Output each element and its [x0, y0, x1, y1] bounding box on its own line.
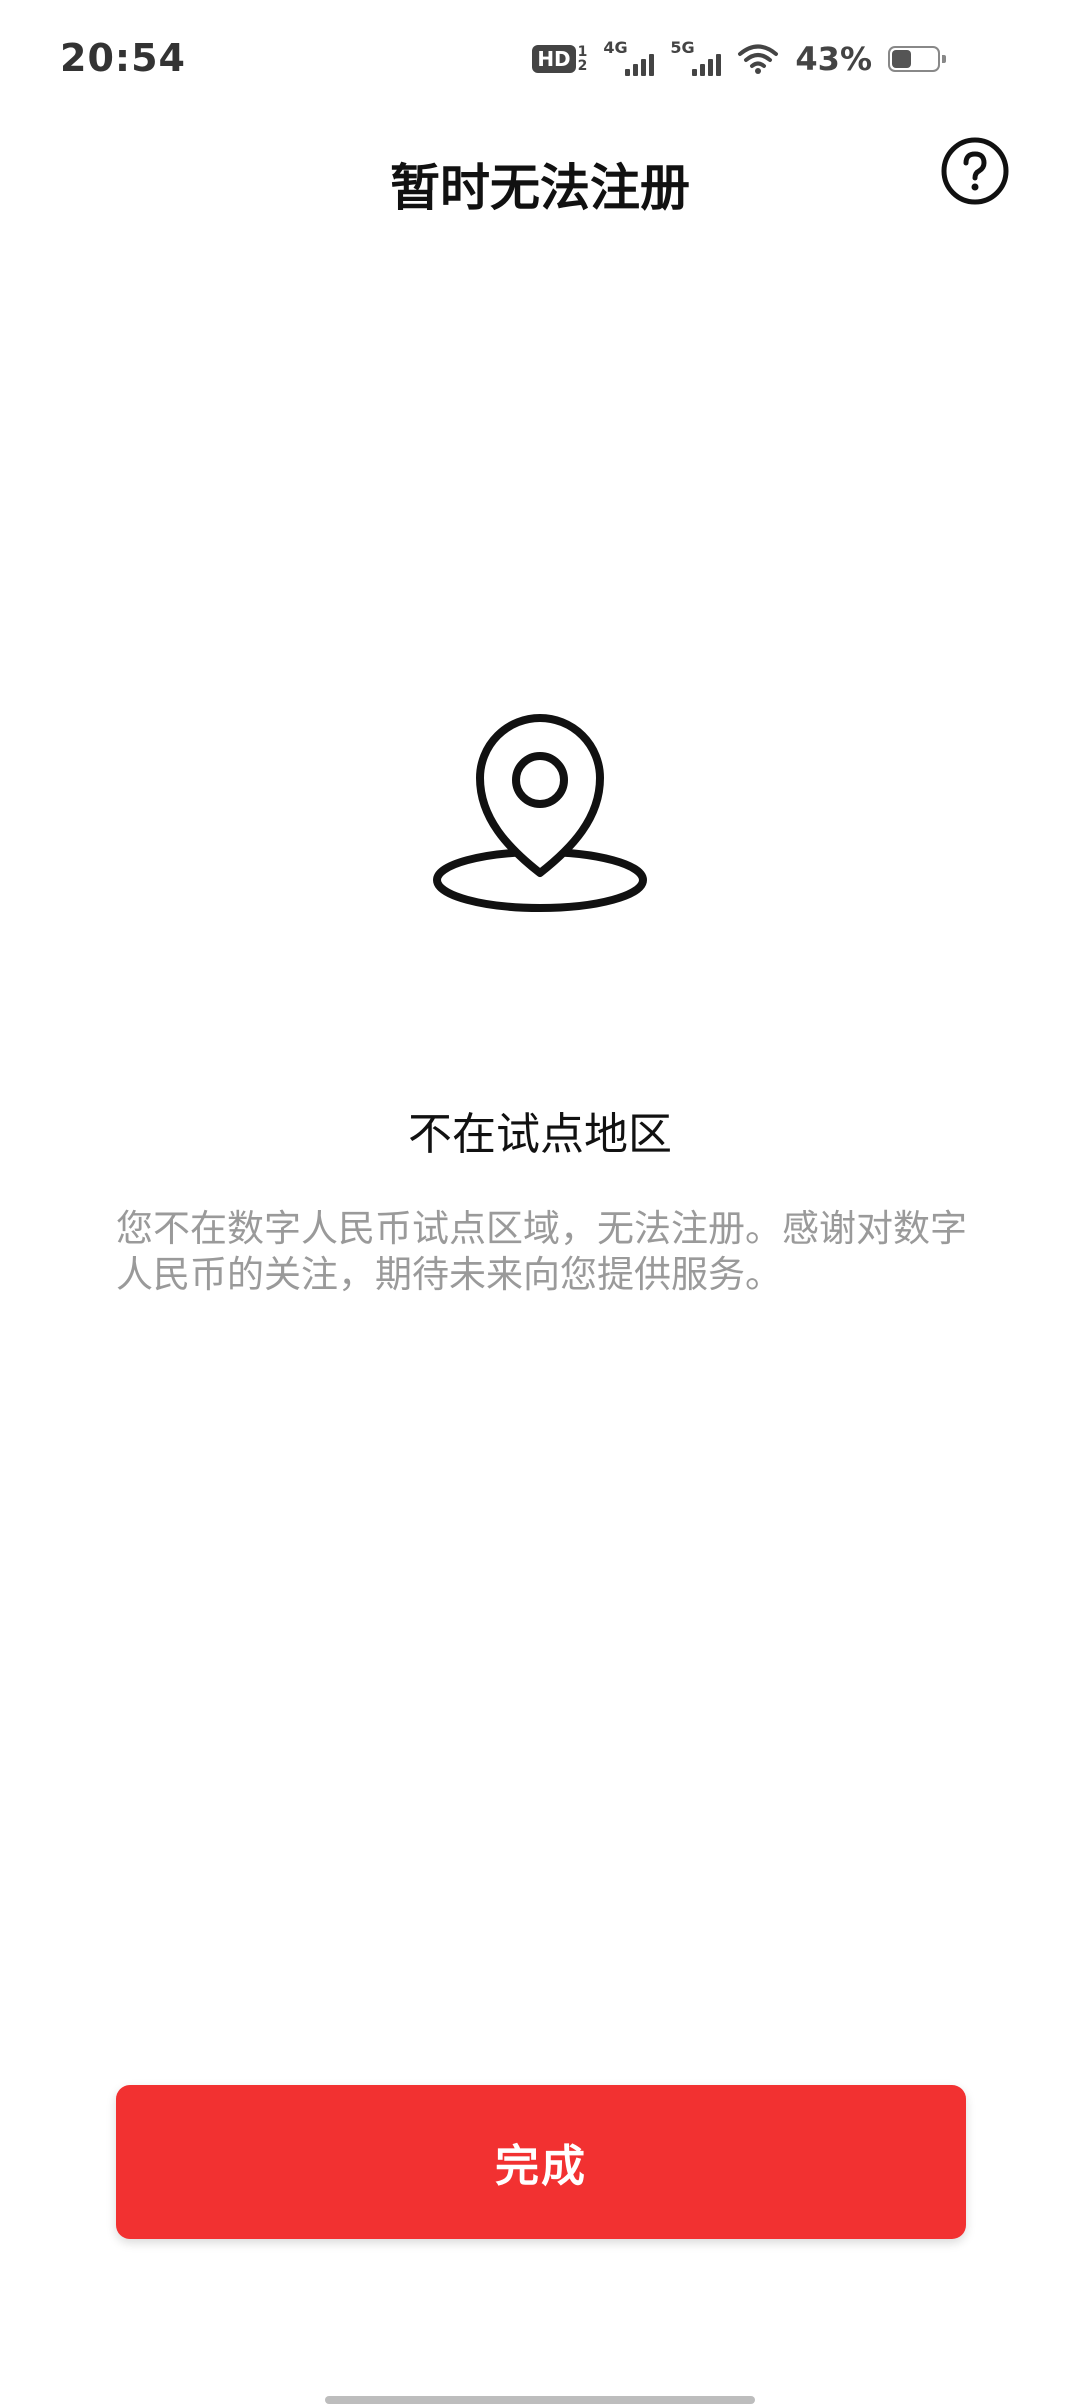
- done-button-label: 完成: [495, 2141, 587, 2192]
- cellular-signal-icon-2: 5G: [670, 38, 722, 76]
- hd-voice-icon: HD 1 2: [532, 45, 587, 73]
- help-question-icon: [941, 137, 1009, 205]
- signal-1-label: 4G: [603, 38, 628, 57]
- wifi-icon: [738, 44, 779, 74]
- location-pin-icon: [433, 714, 647, 912]
- description: 您不在数字人民币试点区域，无法注册。感谢对数字人民币的关注，期待未来向您提供服务…: [116, 1207, 967, 1296]
- battery-icon: [888, 46, 946, 72]
- cellular-signal-icon-1: 4G: [603, 38, 655, 76]
- status-icons: HD 1 2 4G 5G 43%: [532, 38, 946, 78]
- help-button[interactable]: [940, 136, 1010, 206]
- headline: 不在试点地区: [408, 1109, 672, 1160]
- hd-sub-top: 1: [577, 44, 588, 60]
- status-time: 20:54: [60, 36, 186, 80]
- battery-percent: 43%: [795, 40, 872, 78]
- home-indicator[interactable]: [325, 2396, 755, 2404]
- hd-badge-label: HD: [532, 45, 576, 73]
- hd-sub-bottom: 2: [577, 58, 588, 74]
- status-bar: 20:54 HD 1 2 4G 5G 43%: [0, 0, 1080, 120]
- done-button[interactable]: 完成: [116, 2085, 966, 2239]
- battery-fill: [892, 50, 911, 68]
- header: 暂时无法注册: [0, 120, 1080, 230]
- signal-2-label: 5G: [670, 38, 695, 57]
- page-title: 暂时无法注册: [390, 159, 690, 217]
